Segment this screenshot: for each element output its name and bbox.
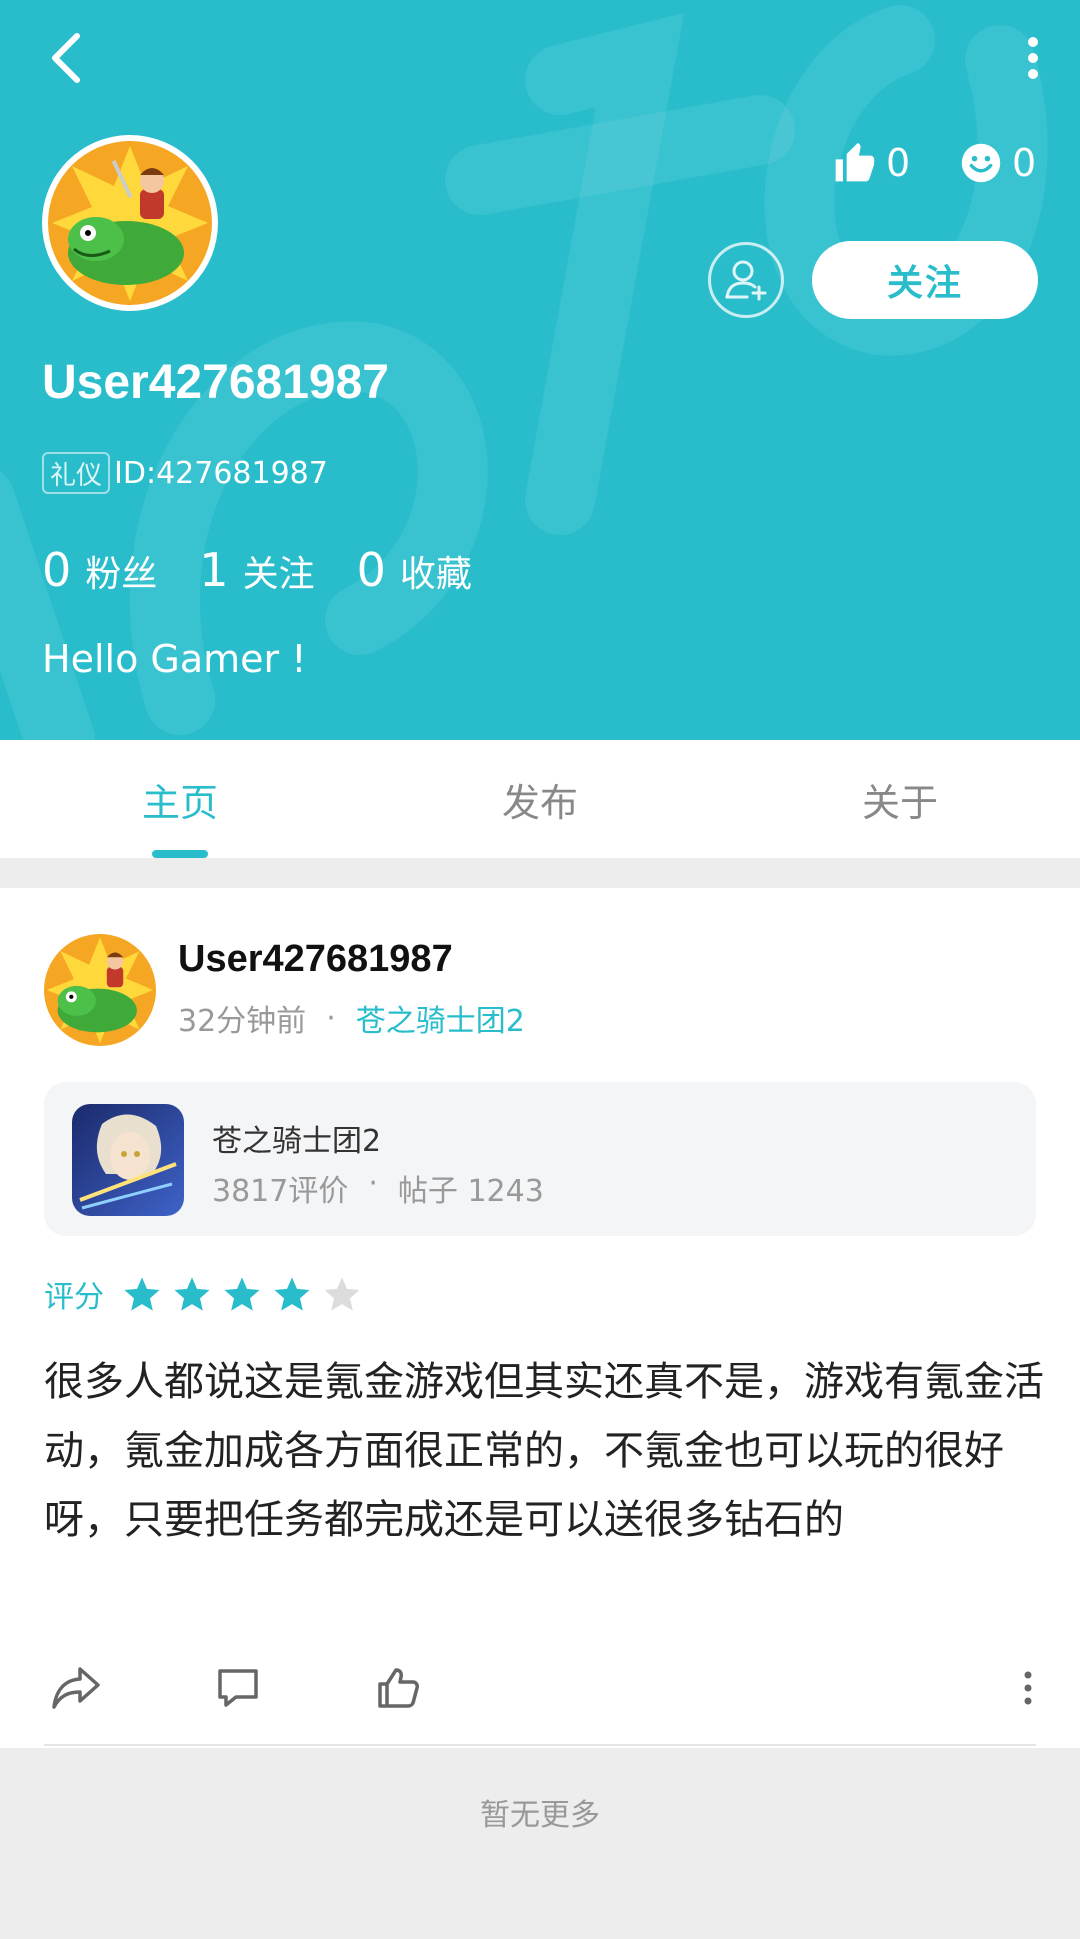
active-tab-indicator: [152, 850, 208, 858]
count-label: 收藏: [399, 554, 472, 595]
more-options-button[interactable]: [1008, 28, 1058, 88]
count-label: 关注: [242, 554, 315, 595]
count-number: 0: [356, 543, 386, 597]
tab-home[interactable]: 主页: [0, 740, 360, 858]
share-button[interactable]: [46, 1658, 106, 1718]
game-info-box[interactable]: 苍之骑士团2 3817评价 · 帖子 1243: [44, 1082, 1036, 1236]
profile-avatar[interactable]: [42, 135, 218, 311]
comment-button[interactable]: [208, 1658, 268, 1718]
avatar-image: [48, 141, 212, 305]
game-name: 苍之骑士团2: [212, 1124, 382, 1159]
count-number: 0: [42, 543, 72, 597]
like-button[interactable]: [368, 1658, 428, 1718]
add-user-icon: [725, 260, 767, 301]
meta-separator: ·: [326, 1000, 336, 1036]
smile-count: 0: [1012, 141, 1037, 185]
smile-stat[interactable]: 0: [960, 135, 1036, 191]
likes-stat[interactable]: 0: [832, 135, 910, 191]
star-filled-icon: [124, 1277, 160, 1311]
profile-counts: 0 粉丝 1 关注 0 收藏: [42, 543, 514, 597]
post-time: 32分钟前: [178, 1004, 307, 1039]
tab-posts[interactable]: 发布: [360, 740, 720, 858]
count-label: 粉丝: [85, 554, 158, 595]
back-arrow-icon: [52, 33, 80, 83]
review-post-card[interactable]: User427681987 32分钟前 · 苍之骑士团2 苍之骑士团2 3817…: [0, 888, 1080, 1748]
post-actions: [0, 1648, 1080, 1728]
more-vertical-icon: [1028, 37, 1038, 79]
favorites-count[interactable]: 0 收藏: [357, 543, 472, 597]
likes-count: 0: [886, 141, 911, 185]
post-game-link[interactable]: 苍之骑士团2: [356, 996, 525, 1040]
star-filled-icon: [274, 1277, 310, 1311]
profile-tabs: 主页 发布 关于: [0, 740, 1080, 858]
profile-header: 0 0 关注 User427681987 礼仪 ID:427681987 0 粉…: [0, 0, 1080, 740]
fans-count[interactable]: 0 粉丝: [42, 543, 157, 597]
smile-icon: [961, 143, 1001, 183]
add-friend-button[interactable]: [708, 242, 784, 318]
meta-separator: ·: [368, 1166, 378, 1201]
comment-icon: [218, 1669, 258, 1707]
star-filled-icon: [224, 1277, 260, 1311]
post-meta: 32分钟前 · 苍之骑士团2: [178, 996, 525, 1040]
user-id-row: 礼仪 ID:427681987: [42, 452, 328, 494]
profile-bio: Hello Gamer !: [42, 637, 307, 681]
count-number: 1: [199, 543, 229, 597]
star-filled-icon: [174, 1277, 210, 1311]
more-vertical-icon: [1024, 1671, 1032, 1705]
etiquette-badge[interactable]: 礼仪: [42, 452, 111, 494]
post-rating: 评分: [44, 1272, 372, 1316]
no-more-text: 暂无更多: [480, 1798, 600, 1833]
profile-username: User427681987: [42, 356, 389, 409]
game-cover-image: [72, 1104, 184, 1216]
follow-button[interactable]: 关注: [812, 241, 1038, 319]
post-author-name[interactable]: User427681987: [178, 938, 453, 981]
card-divider: [44, 1744, 1036, 1746]
user-id: ID:427681987: [114, 455, 328, 491]
thumbs-up-outline-icon: [378, 1668, 419, 1708]
game-stats: 3817评价 · 帖子 1243: [212, 1166, 544, 1210]
post-content[interactable]: 很多人都说这是氪金游戏但其实还真不是，游戏有氪金活动，氪金加成各方面很正常的，不…: [44, 1348, 1044, 1555]
game-icon: [72, 1104, 184, 1216]
game-posts: 帖子 1243: [397, 1174, 544, 1209]
post-author-avatar[interactable]: [44, 934, 156, 1046]
game-reviews: 3817评价: [212, 1174, 349, 1209]
following-count[interactable]: 1 关注: [199, 543, 314, 597]
avatar-image: [44, 934, 156, 1046]
post-more-button[interactable]: [998, 1658, 1058, 1718]
thumbs-up-icon: [835, 142, 875, 182]
rating-label: 评分: [44, 1280, 104, 1315]
star-empty-icon: [324, 1277, 360, 1311]
tab-about[interactable]: 关于: [720, 740, 1080, 858]
back-button[interactable]: [36, 28, 96, 88]
share-icon: [52, 1667, 100, 1709]
